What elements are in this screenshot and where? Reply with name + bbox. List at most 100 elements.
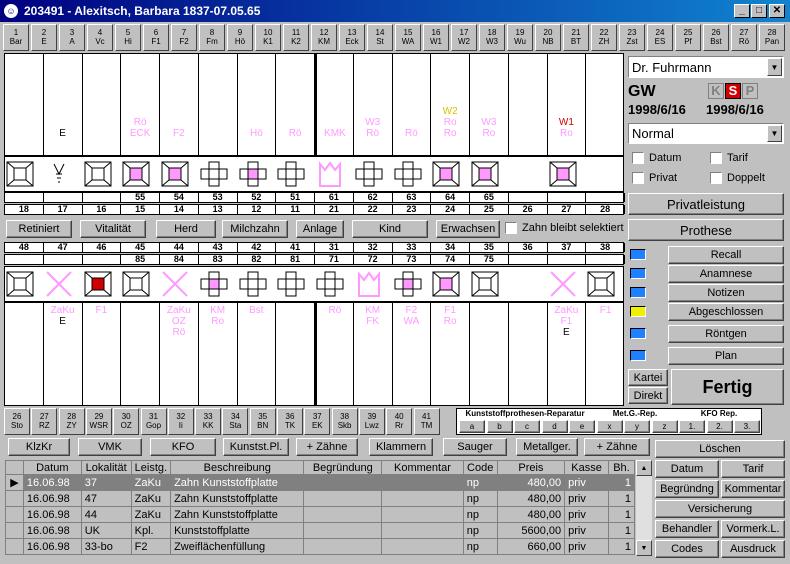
- tooth-number[interactable]: [44, 193, 83, 202]
- mid-button-anlage[interactable]: Anlage: [296, 220, 344, 238]
- tooth-number[interactable]: 24: [431, 205, 470, 214]
- tooth-crossp-icon[interactable]: [199, 270, 237, 300]
- repair-cell-4[interactable]: e: [569, 420, 595, 433]
- tooth-column[interactable]: [509, 303, 548, 405]
- bottom-shortcut-sta[interactable]: 34 Sta: [222, 408, 249, 435]
- table-cell[interactable]: [381, 522, 464, 539]
- tooth-number[interactable]: 47: [44, 243, 83, 252]
- top-shortcut-zh[interactable]: 22 ZH: [591, 24, 617, 51]
- privatleistung-button[interactable]: Privatleistung: [628, 193, 784, 215]
- tooth-box-icon[interactable]: [470, 270, 508, 300]
- tooth-number[interactable]: 25: [470, 205, 509, 214]
- repair-cell-7[interactable]: z: [651, 420, 678, 433]
- bottom-shortcut-rr[interactable]: 40 Rr: [386, 408, 413, 435]
- loeschen-button[interactable]: Löschen: [655, 440, 785, 458]
- top-shortcut-wa[interactable]: 15 WA: [395, 24, 421, 51]
- table-cell[interactable]: 16.06.98: [22, 506, 82, 523]
- tooth-number[interactable]: 64: [431, 193, 470, 202]
- tooth-number[interactable]: 65: [470, 193, 509, 202]
- tooth-crown-icon[interactable]: [354, 270, 392, 300]
- mid-button-retiniert[interactable]: Retiniert: [6, 220, 72, 238]
- top-shortcut-fm[interactable]: 8 Fm: [199, 24, 225, 51]
- repair-cell-8[interactable]: 1.: [679, 420, 705, 433]
- mode-select[interactable]: Normal ▼: [628, 123, 784, 144]
- table-cell[interactable]: ZaKu: [130, 490, 172, 507]
- tooth-number[interactable]: 63: [393, 193, 432, 202]
- top-shortcut-pf[interactable]: 25 Pf: [675, 24, 701, 51]
- tooth-cross-icon[interactable]: [199, 160, 237, 190]
- tooth-column[interactable]: W3 Rö: [354, 54, 393, 155]
- p-toggle[interactable]: P: [742, 83, 758, 99]
- tool-button-7[interactable]: Metallger.: [516, 438, 578, 456]
- table-cell[interactable]: Zweiflächenfüllung: [170, 538, 305, 555]
- k-toggle[interactable]: K: [708, 83, 724, 99]
- bottom-shortcut-wsr[interactable]: 29 WSR: [85, 408, 112, 435]
- tooth-column[interactable]: W2 Ro Ro: [431, 54, 470, 155]
- tooth-cross-icon[interactable]: [276, 270, 314, 300]
- upper-teeth-chart[interactable]: E Rö ECK F2 Hö Rö KMK W3 Rö Rö W2 Ro Ro W3 Ro W1 Ro: [4, 53, 624, 156]
- tooth-boxp-icon[interactable]: [121, 160, 159, 190]
- table-cell[interactable]: 16.06.98: [22, 538, 82, 555]
- tooth-column[interactable]: [276, 303, 315, 405]
- table-cell[interactable]: [303, 522, 383, 539]
- top-shortcut-nb[interactable]: 20 NB: [535, 24, 561, 51]
- top-shortcut-e[interactable]: 2E: [31, 24, 57, 51]
- tooth-number[interactable]: [83, 193, 122, 202]
- tooth-box-icon[interactable]: [121, 270, 159, 300]
- tooth-number[interactable]: 38: [586, 243, 625, 252]
- tooth-number[interactable]: [509, 255, 548, 264]
- tooth-column[interactable]: [586, 54, 625, 155]
- table-cell[interactable]: [381, 474, 464, 491]
- top-shortcut-w2[interactable]: 17 W2: [451, 24, 477, 51]
- tooth-number[interactable]: 43: [199, 243, 238, 252]
- top-shortcut-a[interactable]: 3A: [59, 24, 85, 51]
- table-cell[interactable]: [381, 490, 464, 507]
- grid-button-ausdruck[interactable]: Ausdruck: [721, 540, 785, 558]
- treatment-table[interactable]: Datum Lokalität Leistg. Beschreibung Begründ…: [5, 460, 636, 555]
- scroll-up-icon[interactable]: ▲: [636, 460, 652, 476]
- top-shortcut-hö[interactable]: 9 Hö: [227, 24, 253, 51]
- datum-checkbox[interactable]: Datum: [632, 152, 681, 164]
- top-shortcut-wu[interactable]: 19 Wu: [507, 24, 533, 51]
- top-shortcut-w3[interactable]: 18 W3: [479, 24, 505, 51]
- tooth-column[interactable]: W1 Ro: [548, 54, 587, 155]
- tooth-column[interactable]: Rö: [315, 303, 354, 405]
- tooth-number[interactable]: 12: [238, 205, 277, 214]
- bottom-shortcut-skb[interactable]: 38 Skb: [331, 408, 358, 435]
- bottom-shortcut-lwz[interactable]: 39 Lwz: [358, 408, 385, 435]
- tooth-x-icon[interactable]: [44, 270, 82, 300]
- tooth-number[interactable]: [83, 255, 122, 264]
- table-cell[interactable]: 16.06.98: [22, 474, 82, 491]
- tooth-number[interactable]: 31: [315, 243, 354, 252]
- tooth-number[interactable]: 74: [431, 255, 470, 264]
- top-shortcut-st[interactable]: 14 St: [367, 24, 393, 51]
- tooth-column[interactable]: KMK: [315, 54, 354, 155]
- tooth-number[interactable]: 83: [199, 255, 238, 264]
- table-cell[interactable]: priv: [564, 474, 609, 491]
- tooth-number[interactable]: 53: [199, 193, 238, 202]
- tooth-blank-icon[interactable]: [586, 160, 624, 190]
- table-cell[interactable]: np: [462, 538, 498, 555]
- repair-cell-5[interactable]: x: [596, 420, 623, 433]
- repair-cell-6[interactable]: y: [624, 420, 650, 433]
- tooth-number[interactable]: 26: [509, 205, 548, 214]
- tooth-number[interactable]: 72: [354, 255, 393, 264]
- tooth-number[interactable]: 28: [586, 205, 625, 214]
- fertig-button[interactable]: Fertig: [671, 369, 784, 405]
- tooth-column[interactable]: ZaKu OZ Rö: [160, 303, 199, 405]
- scroll-down-icon[interactable]: ▼: [636, 540, 652, 556]
- tooth-column[interactable]: W3 Ro: [470, 54, 509, 155]
- bottom-shortcut-tm[interactable]: 41 TM: [413, 408, 440, 435]
- lower-teeth-chart[interactable]: ZaKu E F1 ZaKu OZ Rö KM Ro Bst Rö KM FK F2 WA F1 Ro ZaKu…: [4, 302, 624, 406]
- lower-tooth-symbols[interactable]: [4, 266, 624, 302]
- table-cell[interactable]: Kunststoffplatte: [170, 522, 305, 539]
- tooth-number[interactable]: 35: [470, 243, 509, 252]
- prothese-button[interactable]: Prothese: [628, 219, 784, 241]
- tooth-column[interactable]: Rö: [276, 54, 315, 155]
- tooth-blank-icon[interactable]: [509, 160, 547, 190]
- bottom-shortcut-rz[interactable]: 27 RZ: [31, 408, 58, 435]
- table-cell[interactable]: Kpl.: [130, 522, 172, 539]
- tooth-number[interactable]: 17: [44, 205, 83, 214]
- top-shortcut-k2[interactable]: 11 K2: [283, 24, 309, 51]
- privat-checkbox[interactable]: Privat: [632, 172, 677, 184]
